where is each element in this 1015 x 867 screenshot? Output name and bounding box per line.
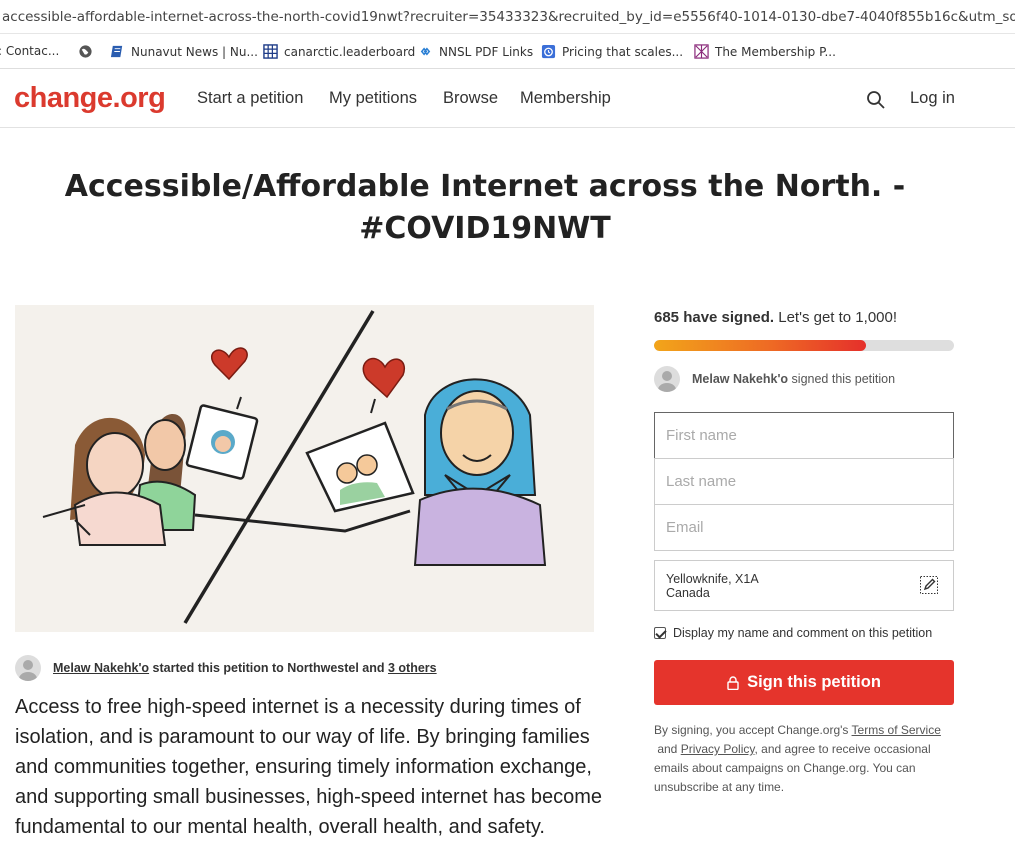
signature-count: 685 have signed. Let's get to 1,000! [654,309,897,326]
bookmark-label: Nunavut News | Nu... [131,44,258,59]
location-country: Canada [666,586,710,600]
nav-membership[interactable]: Membership [520,89,611,108]
family-video-call-illustration [15,305,594,632]
privacy-policy-link[interactable]: Privacy Policy [681,742,755,756]
nav-browse[interactable]: Browse [443,89,498,108]
petition-starter: Melaw Nakehk'o started this petition to … [15,654,437,682]
legal-notice: By signing, you accept Change.org's Term… [654,721,954,797]
starter-avatar [15,655,41,681]
petition-image [15,305,594,632]
bookmark-pricing[interactable]: Pricing that scales... [541,44,683,59]
search-icon[interactable] [866,90,886,110]
consent-label: Display my name and comment on this peti… [673,626,933,640]
signature-progress-bar [654,340,954,351]
first-name-field[interactable] [654,412,954,459]
bookmark-label: The Membership P... [715,44,836,59]
edit-pencil-icon[interactable] [919,575,939,595]
petition-title: Accessible/Affordable Internet across th… [60,166,910,250]
title-line-2: #COVID19NWT [359,211,611,246]
recent-signer-name: Melaw Nakehk'o [692,372,789,386]
location-city: Yellowknife, X1A [666,572,759,586]
nav-start-petition[interactable]: Start a petition [197,89,303,108]
bookmarks-bar: : Contac... Nunavut News | Nu... canarct… [0,35,1015,69]
display-name-consent[interactable]: Display my name and comment on this peti… [654,626,932,640]
signed-count: 685 have signed. [654,309,775,326]
login-link[interactable]: Log in [910,89,955,108]
bookmark-contact[interactable]: : Contac... [0,44,59,58]
recent-signer: Melaw Nakehk'o signed this petition [654,366,895,392]
bookmark-nnsl-pdf[interactable]: NNSL PDF Links [418,44,533,59]
bookmark-label: : Contac... [0,44,60,58]
petition-description: Access to free high-speed internet is a … [15,696,603,838]
globe-icon [79,45,92,58]
others-link[interactable]: 3 others [388,661,437,675]
address-bar[interactable]: accessible-affordable-internet-across-th… [0,0,1015,34]
location-field[interactable]: Yellowknife, X1A Canada [654,560,954,611]
bookmark-globe[interactable] [78,44,93,59]
sign-button-label: Sign this petition [747,673,881,691]
email-field[interactable] [654,504,954,551]
legal-prefix: By signing, you accept Change.org's [654,723,852,737]
starter-text: started this petition to Northwestel and [149,661,388,675]
progress-fill [654,340,866,351]
consent-checkbox[interactable] [654,627,666,639]
bookmark-label: Pricing that scales... [562,44,684,59]
legal-and: and [654,742,681,756]
nav-my-petitions[interactable]: My petitions [329,89,417,108]
title-line-1: Accessible/Affordable Internet across th… [64,169,906,204]
bookmark-membership[interactable]: The Membership P... [694,44,836,59]
bookmark-label: NNSL PDF Links [439,44,534,59]
bookmark-leaderboard[interactable]: canarctic.leaderboard [263,44,415,59]
goal-text: Let's get to 1,000! [774,309,898,326]
bookmark-label: canarctic.leaderboard [284,44,416,59]
recent-signer-text: signed this petition [788,372,896,386]
location-text: Yellowknife, X1A Canada [666,572,759,600]
grid-icon [263,44,278,59]
sign-petition-button[interactable]: Sign this petition [654,660,954,705]
change-org-logo[interactable]: change.org [14,82,166,115]
bookmark-nunavut-news[interactable]: Nunavut News | Nu... [110,44,258,59]
last-name-field[interactable] [654,458,954,505]
diamond-icon [420,47,431,56]
news-icon [110,45,123,58]
signer-avatar [654,366,680,392]
site-header: change.org Start a petition My petitions… [0,70,1015,128]
clock-icon [541,44,556,59]
membership-icon [694,44,709,59]
terms-of-service-link[interactable]: Terms of Service [852,723,941,737]
starter-name-link[interactable]: Melaw Nakehk'o [53,661,149,675]
lock-icon [727,675,739,690]
url-text: accessible-affordable-internet-across-th… [2,9,1015,25]
